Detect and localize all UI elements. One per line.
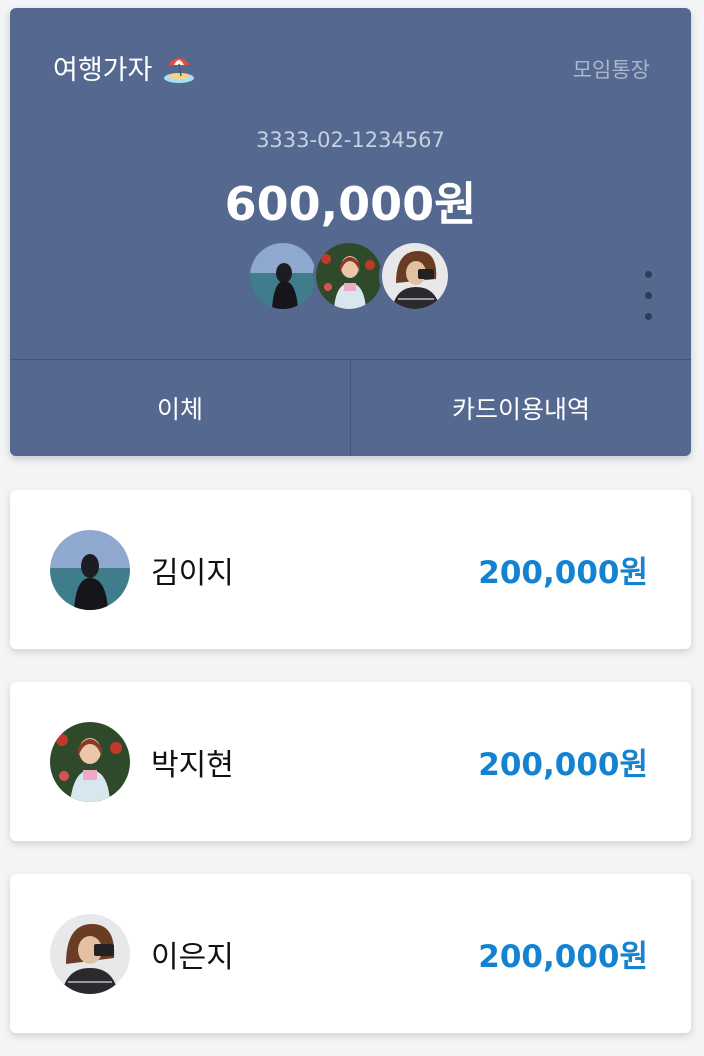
account-number: 3333-02-1234567 <box>256 128 445 152</box>
more-options-icon[interactable] <box>645 271 653 320</box>
avatar <box>313 240 385 312</box>
account-type-label: 모임통장 <box>572 58 650 82</box>
avatar <box>50 722 130 802</box>
member-card[interactable]: 이은지 200,000원 <box>10 874 691 1033</box>
account-title: 여행가자 <box>53 48 196 87</box>
account-actions: 이체 카드이용내역 <box>10 359 691 456</box>
member-name: 이은지 <box>151 940 234 975</box>
avatar <box>379 240 451 312</box>
account-balance: 600,000원 <box>224 177 477 231</box>
account-name: 여행가자 <box>53 55 153 86</box>
member-amount: 200,000원 <box>478 555 648 591</box>
transfer-button[interactable]: 이체 <box>10 360 350 456</box>
account-card[interactable]: 여행가자 모임통장 3333-02-1234567 600,000원 이체 카드… <box>10 8 691 456</box>
card-history-button[interactable]: 카드이용내역 <box>350 360 691 456</box>
member-card[interactable]: 김이지 200,000원 <box>10 490 691 649</box>
member-amount: 200,000원 <box>478 939 648 975</box>
member-name: 박지현 <box>151 748 234 783</box>
beach-umbrella-icon <box>164 57 195 83</box>
avatar <box>50 530 130 610</box>
member-avatar-group[interactable] <box>247 240 451 312</box>
member-card[interactable]: 박지현 200,000원 <box>10 682 691 841</box>
member-name: 김이지 <box>151 556 234 591</box>
member-amount: 200,000원 <box>478 747 648 783</box>
avatar <box>247 240 319 312</box>
avatar <box>50 914 130 994</box>
